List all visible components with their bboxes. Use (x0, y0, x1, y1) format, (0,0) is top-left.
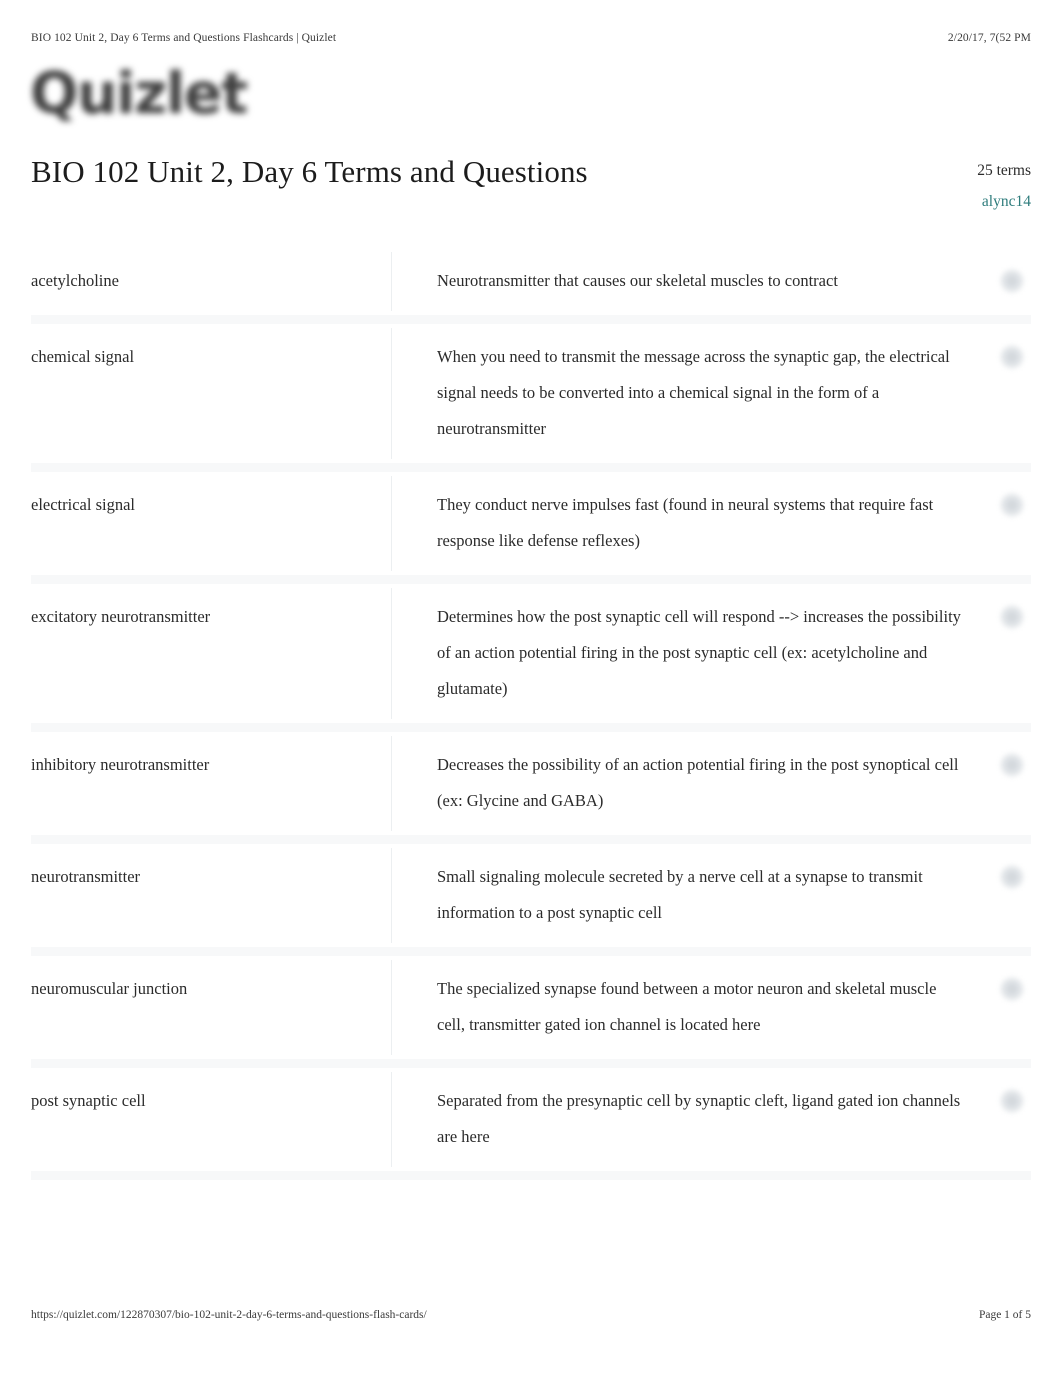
definition-text: Neurotransmitter that causes our skeleta… (437, 271, 838, 290)
print-header-document-title: BIO 102 Unit 2, Day 6 Terms and Question… (31, 32, 337, 44)
speaker-icon[interactable] (999, 976, 1025, 1002)
term-text: inhibitory neurotransmitter (31, 755, 210, 774)
print-header: BIO 102 Unit 2, Day 6 Terms and Question… (0, 28, 1062, 48)
definition-text: Determines how the post synaptic cell wi… (437, 607, 961, 698)
table-row: excitatory neurotransmitter Determines h… (31, 584, 1031, 732)
definition-text: When you need to transmit the message ac… (437, 347, 950, 438)
term-text: excitatory neurotransmitter (31, 607, 211, 626)
print-header-date: 2/20/17, 7(52 PM (947, 32, 1031, 44)
author-link[interactable]: alync14 (891, 191, 1031, 213)
speaker-icon[interactable] (999, 268, 1025, 294)
set-header: BIO 102 Unit 2, Day 6 Terms and Question… (0, 152, 1062, 213)
print-footer-page-number: Page 1 of 5 (978, 1309, 1031, 1321)
speaker-icon[interactable] (999, 864, 1025, 890)
term-text: acetylcholine (31, 271, 119, 290)
speaker-icon[interactable] (999, 1088, 1025, 1114)
term-text: post synaptic cell (31, 1091, 146, 1110)
speaker-icon[interactable] (999, 604, 1025, 630)
term-count: 25 terms (977, 162, 1031, 179)
definition-text: Small signaling molecule secreted by a n… (437, 867, 923, 922)
quizlet-logo-text: Quizlet (30, 61, 248, 127)
print-footer: https://quizlet.com/122870307/bio-102-un… (0, 1309, 1062, 1321)
term-text: electrical signal (31, 495, 135, 514)
table-row: neuromuscular junction The specialized s… (31, 956, 1031, 1068)
term-text: chemical signal (31, 347, 135, 366)
table-row: inhibitory neurotransmitter Decreases th… (31, 732, 1031, 844)
definition-text: Separated from the presynaptic cell by s… (437, 1091, 961, 1146)
table-row: acetylcholine Neurotransmitter that caus… (31, 248, 1031, 324)
terms-list: acetylcholine Neurotransmitter that caus… (0, 248, 1062, 1268)
quizlet-logo[interactable]: Quizlet (30, 62, 330, 134)
term-text: neurotransmitter (31, 867, 141, 886)
speaker-icon[interactable] (999, 492, 1025, 518)
set-meta: 25 terms alync14 (891, 152, 1031, 213)
term-text: neuromuscular junction (31, 979, 188, 998)
print-footer-url: https://quizlet.com/122870307/bio-102-un… (31, 1309, 427, 1321)
page-title: BIO 102 Unit 2, Day 6 Terms and Question… (31, 154, 588, 189)
definition-text: They conduct nerve impulses fast (found … (437, 495, 934, 550)
table-row: chemical signal When you need to transmi… (31, 324, 1031, 472)
table-row: post synaptic cell Separated from the pr… (31, 1068, 1031, 1180)
definition-text: The specialized synapse found between a … (437, 979, 937, 1034)
speaker-icon[interactable] (999, 344, 1025, 370)
table-row: electrical signal They conduct nerve imp… (31, 472, 1031, 584)
table-row: neurotransmitter Small signaling molecul… (31, 844, 1031, 956)
speaker-icon[interactable] (999, 752, 1025, 778)
definition-text: Decreases the possibility of an action p… (437, 755, 959, 810)
